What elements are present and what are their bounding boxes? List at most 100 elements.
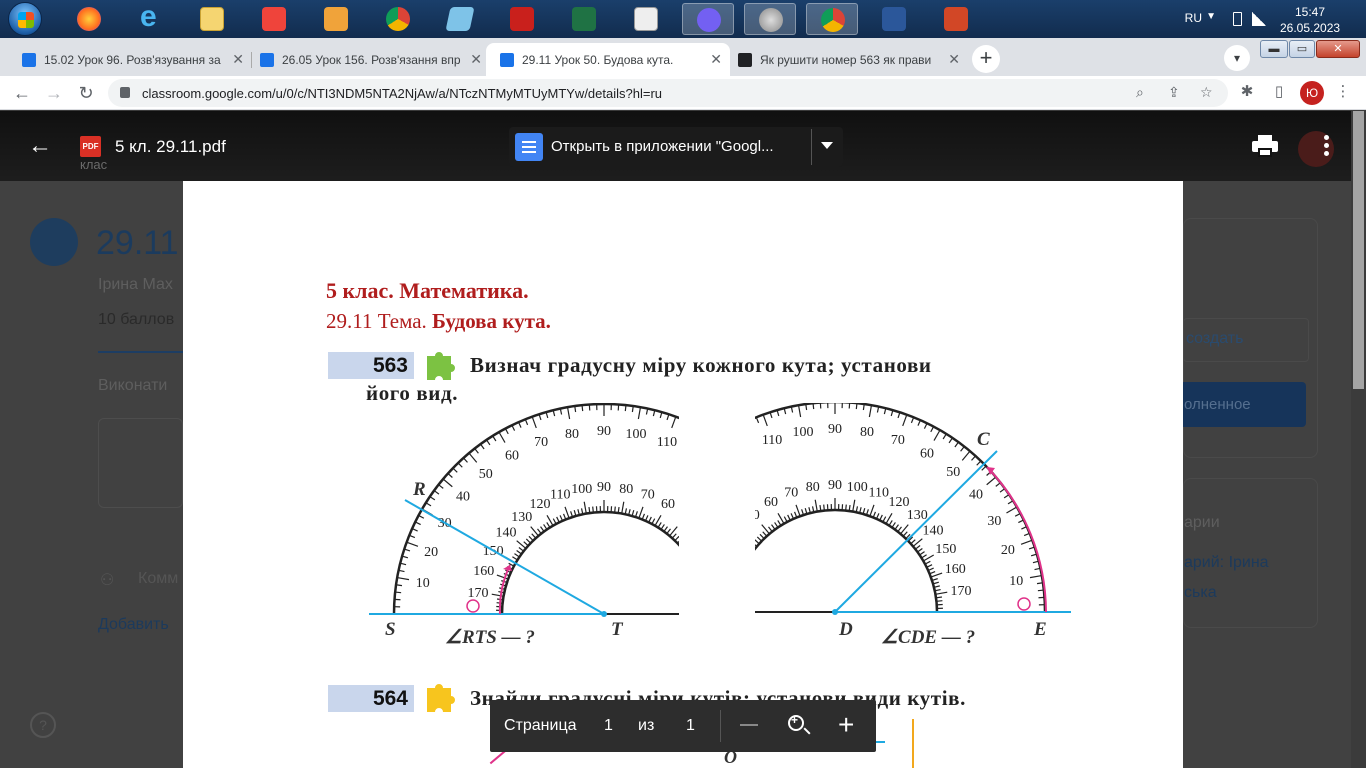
new-tab-button[interactable]: + (972, 45, 1000, 73)
protractor-tick (771, 524, 776, 530)
excel-icon[interactable] (558, 3, 610, 35)
help-icon[interactable]: ? (30, 712, 56, 738)
explorer-icon[interactable] (186, 3, 238, 35)
protractor-tick (927, 567, 934, 572)
tray-arrow-icon[interactable]: ▼ (1206, 11, 1216, 22)
calculator-icon[interactable] (620, 3, 672, 35)
reload-icon[interactable]: ↻ (74, 81, 98, 105)
close-icon[interactable]: ✕ (232, 51, 244, 68)
protractor-tick (805, 403, 808, 411)
media-icon[interactable] (310, 3, 362, 35)
print-icon[interactable] (1252, 135, 1278, 157)
back-arrow-icon[interactable]: ← (28, 134, 52, 158)
zoom-icon[interactable]: ⌕ (1136, 84, 1144, 101)
ie-icon[interactable]: e (124, 2, 176, 35)
protractor-tick (689, 461, 693, 465)
url-text[interactable]: classroom.google.com/u/0/c/NTI3NDM5NTA2N… (142, 86, 662, 101)
task-number-563: 563 (328, 352, 414, 379)
protractor-scale-label: 10 (416, 576, 430, 591)
protractor-tick (746, 463, 750, 467)
extensions-icon[interactable]: ✱ (1236, 82, 1258, 100)
viber-icon[interactable] (682, 3, 734, 35)
speaker-icon[interactable] (744, 3, 796, 35)
label-angle-rts: ∠RTS — ? (445, 627, 535, 648)
label-d: D (838, 619, 853, 640)
protractor-tick (819, 504, 822, 512)
protractor-tick (795, 504, 801, 517)
bg-right-author2: ська (1184, 584, 1217, 601)
signal-icon[interactable] (1252, 12, 1266, 26)
pdf-file-icon: PDF (80, 136, 101, 157)
tab-4[interactable]: Як рушити номер 563 як прави ✕ (724, 43, 968, 76)
protractor-tick (627, 583, 633, 584)
protractor-tick (802, 563, 808, 564)
protractor-scale-label: 150 (665, 514, 686, 529)
close-icon[interactable]: ✕ (470, 51, 482, 68)
anydesk-icon[interactable] (248, 3, 300, 35)
protractor-tick (694, 563, 699, 566)
close-icon[interactable]: ✕ (948, 51, 960, 68)
language-indicator[interactable]: RU (1185, 11, 1202, 25)
battery-icon[interactable] (1233, 12, 1242, 26)
more-options-icon[interactable] (1318, 133, 1334, 159)
zoom-in-button[interactable]: + (838, 711, 854, 739)
protractor-tick (762, 531, 768, 537)
scrollbar-thumb[interactable] (1353, 111, 1364, 389)
acrobat-icon[interactable] (496, 3, 548, 35)
protractor-tick (705, 599, 711, 600)
protractor-tick (882, 516, 887, 523)
protractor-tick (879, 514, 883, 521)
tab-2[interactable]: 26.05 Урок 156. Розв'язання впр ✕ (246, 43, 490, 76)
protractor-tick (518, 421, 522, 428)
profile-avatar[interactable]: Ю (1300, 81, 1324, 105)
minimize-button[interactable]: ▬ (1260, 40, 1288, 58)
protractor-scale-label: 60 (661, 497, 675, 512)
close-window-button[interactable]: ✕ (1316, 40, 1360, 58)
protractor-tick (915, 545, 921, 550)
tab-3[interactable]: 29.11 Урок 50. Будова кута. ✕ (486, 43, 730, 76)
firefox-icon[interactable] (63, 3, 115, 35)
protractor-tick (457, 462, 463, 468)
close-icon[interactable]: ✕ (710, 51, 722, 68)
protractor-tick (418, 514, 425, 519)
chrome-profile-icon[interactable] (806, 3, 858, 35)
notebook-icon[interactable] (434, 3, 486, 35)
page-number-input[interactable]: 1 (604, 717, 613, 735)
page-label: Страница (504, 717, 577, 734)
protractor-tick (936, 600, 943, 602)
protractor-scale-label: 40 (456, 490, 470, 505)
chrome-icon[interactable] (372, 3, 424, 35)
address-bar[interactable]: classroom.google.com/u/0/c/NTI3NDM5NTA2N… (108, 79, 1228, 107)
protractor-tick (728, 573, 739, 577)
zoom-out-button[interactable] (740, 724, 758, 726)
page-navigation-bar: Страница 1 из 1 + (490, 700, 876, 752)
powerpoint-icon[interactable] (930, 3, 982, 35)
side-panel-icon[interactable]: ▯ (1268, 82, 1290, 100)
back-arrow-icon[interactable]: ← (10, 81, 34, 105)
start-button[interactable] (5, 2, 45, 36)
tab-search-button[interactable]: ▾ (1224, 45, 1250, 71)
zoom-fit-icon[interactable] (788, 713, 804, 731)
open-with-button[interactable]: Открыть в приложении "Googl... (509, 127, 843, 167)
page-scrollbar[interactable] (1351, 111, 1366, 768)
protractor-tick (917, 548, 923, 553)
clock[interactable]: 15:47 26.05.2023 (1280, 4, 1340, 36)
chevron-down-icon[interactable] (821, 142, 833, 149)
protractor-tick (971, 455, 976, 461)
protractor-scale-label: 150 (935, 542, 956, 557)
lock-icon[interactable] (120, 87, 130, 98)
protractor-tick (814, 499, 818, 512)
protractor-tick (630, 568, 636, 569)
forward-arrow-icon[interactable]: → (42, 81, 66, 105)
maximize-button[interactable]: ▭ (1289, 40, 1315, 58)
protractor-tick (395, 591, 402, 594)
share-icon[interactable]: ⇪ (1168, 84, 1180, 101)
label-e: E (1033, 619, 1047, 640)
word-icon[interactable] (868, 3, 920, 35)
bookmark-star-icon[interactable]: ☆ (1200, 84, 1213, 101)
chrome-menu-icon[interactable]: ⋮ (1332, 82, 1354, 100)
protractor-tick (756, 536, 763, 542)
protractor-scale-label: 40 (730, 524, 744, 539)
vertex-d (832, 609, 838, 615)
tab-1[interactable]: 15.02 Урок 96. Розв'язування за ✕ (8, 43, 252, 76)
